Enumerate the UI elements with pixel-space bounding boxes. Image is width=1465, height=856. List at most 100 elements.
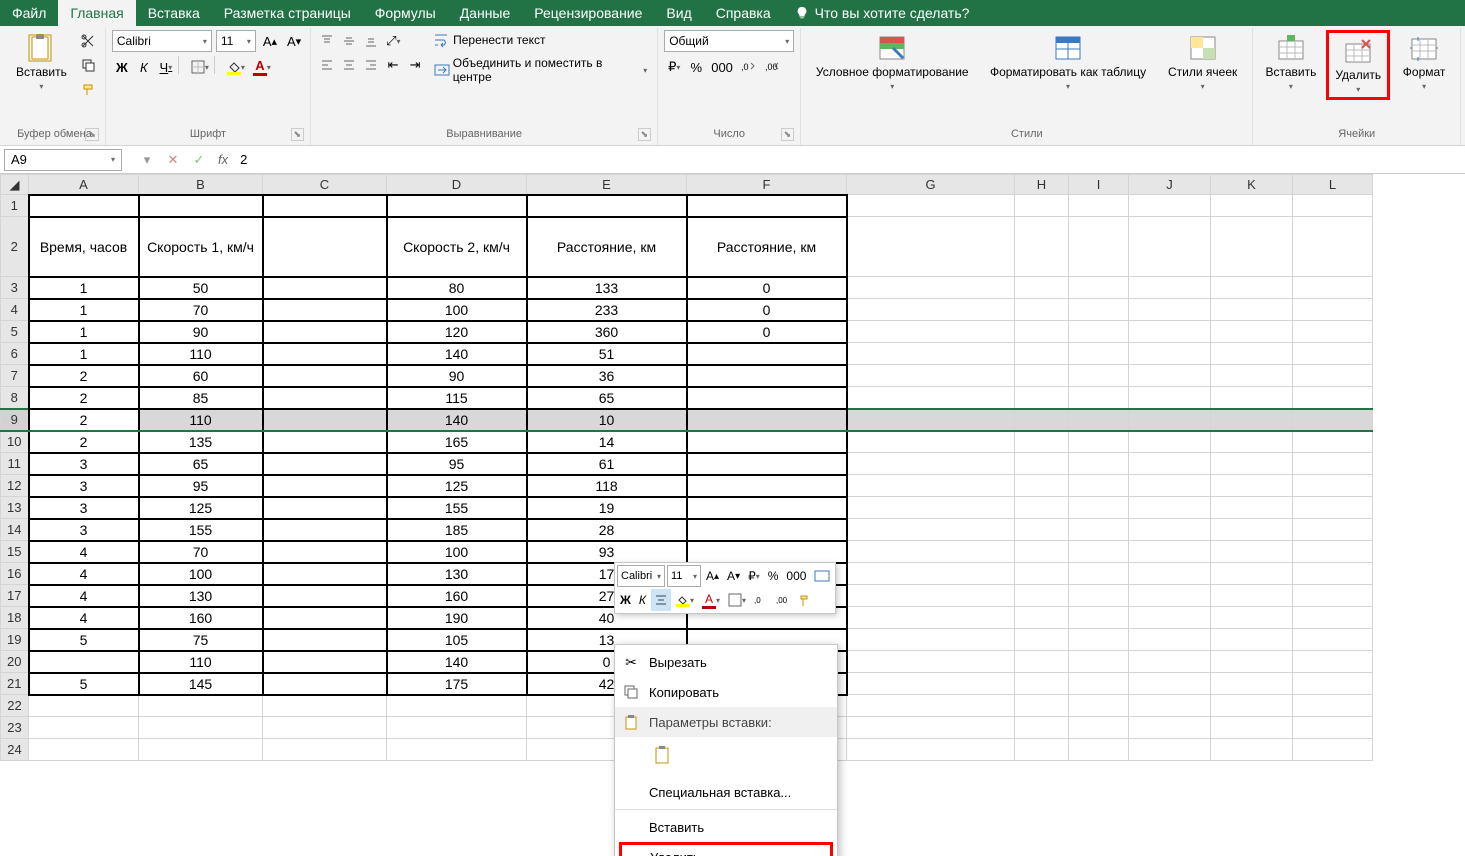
cell[interactable]: [847, 475, 1015, 497]
cell[interactable]: [1015, 453, 1069, 475]
cell[interactable]: [1211, 497, 1293, 519]
cell[interactable]: [1211, 651, 1293, 673]
borders-button[interactable]: ▾: [188, 56, 212, 78]
mini-size-dropdown[interactable]: 11▾: [667, 565, 701, 587]
cell[interactable]: [527, 195, 687, 217]
cell[interactable]: [847, 739, 1015, 761]
percent-format-icon[interactable]: %: [686, 56, 706, 78]
cell[interactable]: 118: [527, 475, 687, 497]
cell[interactable]: [1015, 673, 1069, 695]
cell[interactable]: 95: [387, 453, 527, 475]
cell[interactable]: [1015, 585, 1069, 607]
cell[interactable]: [1015, 739, 1069, 761]
mini-decrease-font-icon[interactable]: A▾: [724, 565, 743, 587]
cell[interactable]: [1293, 365, 1373, 387]
cell[interactable]: [263, 299, 387, 321]
cell[interactable]: 70: [139, 299, 263, 321]
cell[interactable]: [1069, 409, 1129, 431]
cell[interactable]: Время, часов: [29, 217, 139, 277]
row-header[interactable]: 9: [1, 409, 29, 431]
menu-tab-рецензирование[interactable]: Рецензирование: [522, 0, 654, 26]
cell[interactable]: [1211, 343, 1293, 365]
cell[interactable]: 0: [687, 299, 847, 321]
cell[interactable]: 85: [139, 387, 263, 409]
cell[interactable]: [1015, 651, 1069, 673]
cell[interactable]: [1129, 343, 1211, 365]
cell[interactable]: [1069, 651, 1129, 673]
increase-decimal-icon[interactable]: ,0: [738, 56, 760, 78]
cell[interactable]: [687, 387, 847, 409]
cell[interactable]: [1069, 563, 1129, 585]
underline-button[interactable]: Ч▾: [156, 56, 176, 78]
column-header-B[interactable]: B: [139, 175, 263, 195]
row-header[interactable]: 23: [1, 717, 29, 739]
cell[interactable]: [1129, 607, 1211, 629]
cell[interactable]: 1: [29, 321, 139, 343]
cell[interactable]: [847, 651, 1015, 673]
cell[interactable]: [1069, 343, 1129, 365]
row-header[interactable]: 1: [1, 195, 29, 217]
cell[interactable]: [1069, 607, 1129, 629]
dialog-launcher-icon[interactable]: ⬊: [638, 128, 652, 141]
cell[interactable]: [1211, 519, 1293, 541]
cell[interactable]: [1015, 475, 1069, 497]
cell[interactable]: [263, 453, 387, 475]
cell[interactable]: 1: [29, 343, 139, 365]
bold-button[interactable]: Ж: [112, 56, 132, 78]
cell[interactable]: [1129, 299, 1211, 321]
cell[interactable]: [263, 695, 387, 717]
cell[interactable]: [1129, 453, 1211, 475]
cell[interactable]: [1293, 585, 1373, 607]
row-header[interactable]: 16: [1, 563, 29, 585]
row-header[interactable]: 10: [1, 431, 29, 453]
cell[interactable]: [1211, 695, 1293, 717]
cell[interactable]: 75: [139, 629, 263, 651]
cell[interactable]: [139, 739, 263, 761]
cell[interactable]: [1015, 607, 1069, 629]
column-header-C[interactable]: C: [263, 175, 387, 195]
cell[interactable]: Расстояние, км: [527, 217, 687, 277]
cell[interactable]: [387, 717, 527, 739]
dialog-launcher-icon[interactable]: ⬊: [781, 128, 795, 141]
cell[interactable]: [687, 475, 847, 497]
increase-indent-icon[interactable]: ⇥: [405, 54, 425, 76]
mini-comma-icon[interactable]: 000: [783, 565, 809, 587]
column-header-F[interactable]: F: [687, 175, 847, 195]
cell[interactable]: 3: [29, 453, 139, 475]
font-name-dropdown[interactable]: Calibri▾: [112, 30, 212, 52]
cell[interactable]: 3: [29, 519, 139, 541]
cell[interactable]: [1211, 431, 1293, 453]
cell[interactable]: 155: [387, 497, 527, 519]
decrease-font-icon[interactable]: A▾: [284, 30, 304, 52]
cell[interactable]: [1211, 717, 1293, 739]
cell[interactable]: [1069, 217, 1129, 277]
cell[interactable]: 90: [139, 321, 263, 343]
cell[interactable]: 2: [29, 387, 139, 409]
cell[interactable]: [1293, 541, 1373, 563]
cell[interactable]: [1069, 519, 1129, 541]
cell[interactable]: [1293, 321, 1373, 343]
row-header[interactable]: 7: [1, 365, 29, 387]
cell[interactable]: 4: [29, 563, 139, 585]
menu-tab-файл[interactable]: Файл: [0, 0, 58, 26]
cell[interactable]: 51: [527, 343, 687, 365]
cell[interactable]: 130: [387, 563, 527, 585]
font-color-button[interactable]: А▾: [250, 56, 274, 78]
cell[interactable]: [847, 563, 1015, 585]
menu-tab-формулы[interactable]: Формулы: [363, 0, 448, 26]
row-header[interactable]: 22: [1, 695, 29, 717]
cell[interactable]: [1069, 541, 1129, 563]
cell[interactable]: [1069, 585, 1129, 607]
cell[interactable]: [1293, 607, 1373, 629]
conditional-formatting-button[interactable]: Условное форматирование ▾: [807, 30, 977, 94]
cell[interactable]: [1015, 629, 1069, 651]
cell[interactable]: [263, 431, 387, 453]
mini-bold-icon[interactable]: Ж: [617, 589, 634, 611]
font-size-dropdown[interactable]: 11▾: [216, 30, 256, 52]
cell[interactable]: [847, 387, 1015, 409]
increase-font-icon[interactable]: A▴: [260, 30, 280, 52]
cell[interactable]: [847, 541, 1015, 563]
row-header[interactable]: 12: [1, 475, 29, 497]
cell[interactable]: [1015, 343, 1069, 365]
cell[interactable]: 5: [29, 673, 139, 695]
